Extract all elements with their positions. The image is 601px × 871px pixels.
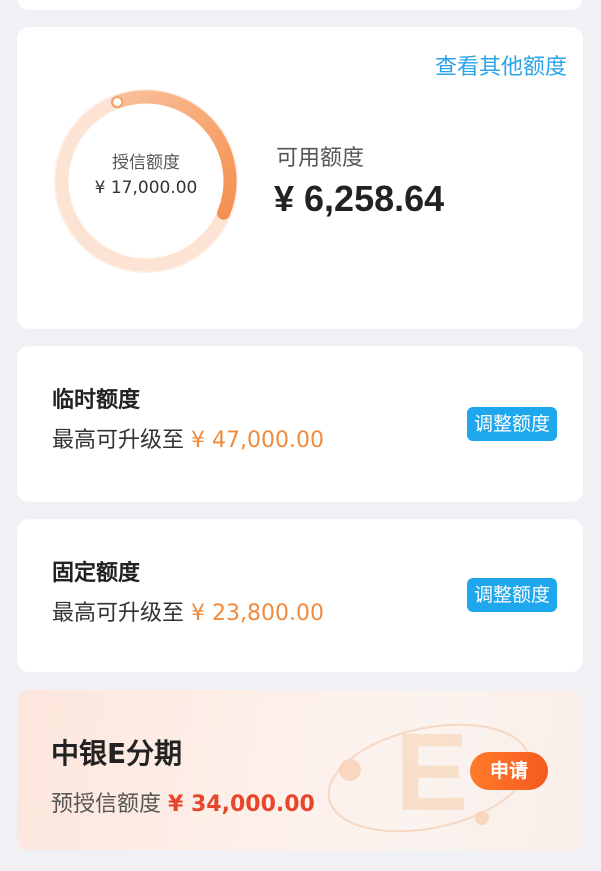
pre-approved-amount: ¥ 34,000.00 — [168, 792, 315, 817]
svg-text:E: E — [395, 711, 468, 834]
apply-button[interactable]: 申请 — [470, 752, 548, 790]
fixed-limit-title: 固定额度 — [52, 561, 141, 586]
available-limit-value: ¥ 6,258.64 — [274, 178, 445, 219]
temporary-limit-card: 临时额度 最高可升级至 ¥ 47,000.00 调整额度 — [17, 346, 583, 502]
temporary-limit-title: 临时额度 — [52, 388, 141, 413]
upgrade-prefix: 最高可升级至 — [52, 428, 185, 453]
available-limit-label: 可用额度 — [276, 146, 365, 171]
pre-approved-prefix: 预授信额度 — [51, 792, 162, 817]
granted-limit-value: ¥ 17,000.00 — [94, 178, 198, 198]
adjust-temporary-limit-button[interactable]: 调整额度 — [466, 407, 557, 441]
granted-limit-label: 授信额度 — [112, 153, 180, 173]
fixed-limit-card: 固定额度 最高可升级至 ¥ 23,800.00 调整额度 — [17, 519, 583, 672]
ring-start-dot — [111, 96, 124, 109]
fixed-max-amount: ¥ 23,800.00 — [191, 601, 324, 626]
upgrade-prefix: 最高可升级至 — [52, 601, 185, 626]
credit-ring: 授信额度 ¥ 17,000.00 — [52, 87, 240, 275]
view-other-limits-link[interactable]: 查看其他额度 — [435, 49, 567, 81]
pre-approved-limit-text: 预授信额度 ¥ 34,000.00 — [51, 786, 315, 818]
previous-card-edge — [17, 0, 583, 10]
fixed-limit-upgrade-text: 最高可升级至 ¥ 23,800.00 — [52, 595, 324, 627]
temporary-limit-upgrade-text: 最高可升级至 ¥ 47,000.00 — [52, 422, 324, 454]
credit-limit-card: 查看其他额度 授信额度 ¥ 17,000.00 可用额度 ¥ 6,258.64 — [17, 27, 583, 329]
adjust-fixed-limit-button[interactable]: 调整额度 — [466, 578, 557, 612]
installment-promo-card[interactable]: E 中银E分期 预授信额度 ¥ 34,000.00 申请 — [17, 690, 583, 850]
temporary-max-amount: ¥ 47,000.00 — [191, 428, 324, 453]
installment-promo-title: 中银E分期 — [51, 737, 183, 770]
